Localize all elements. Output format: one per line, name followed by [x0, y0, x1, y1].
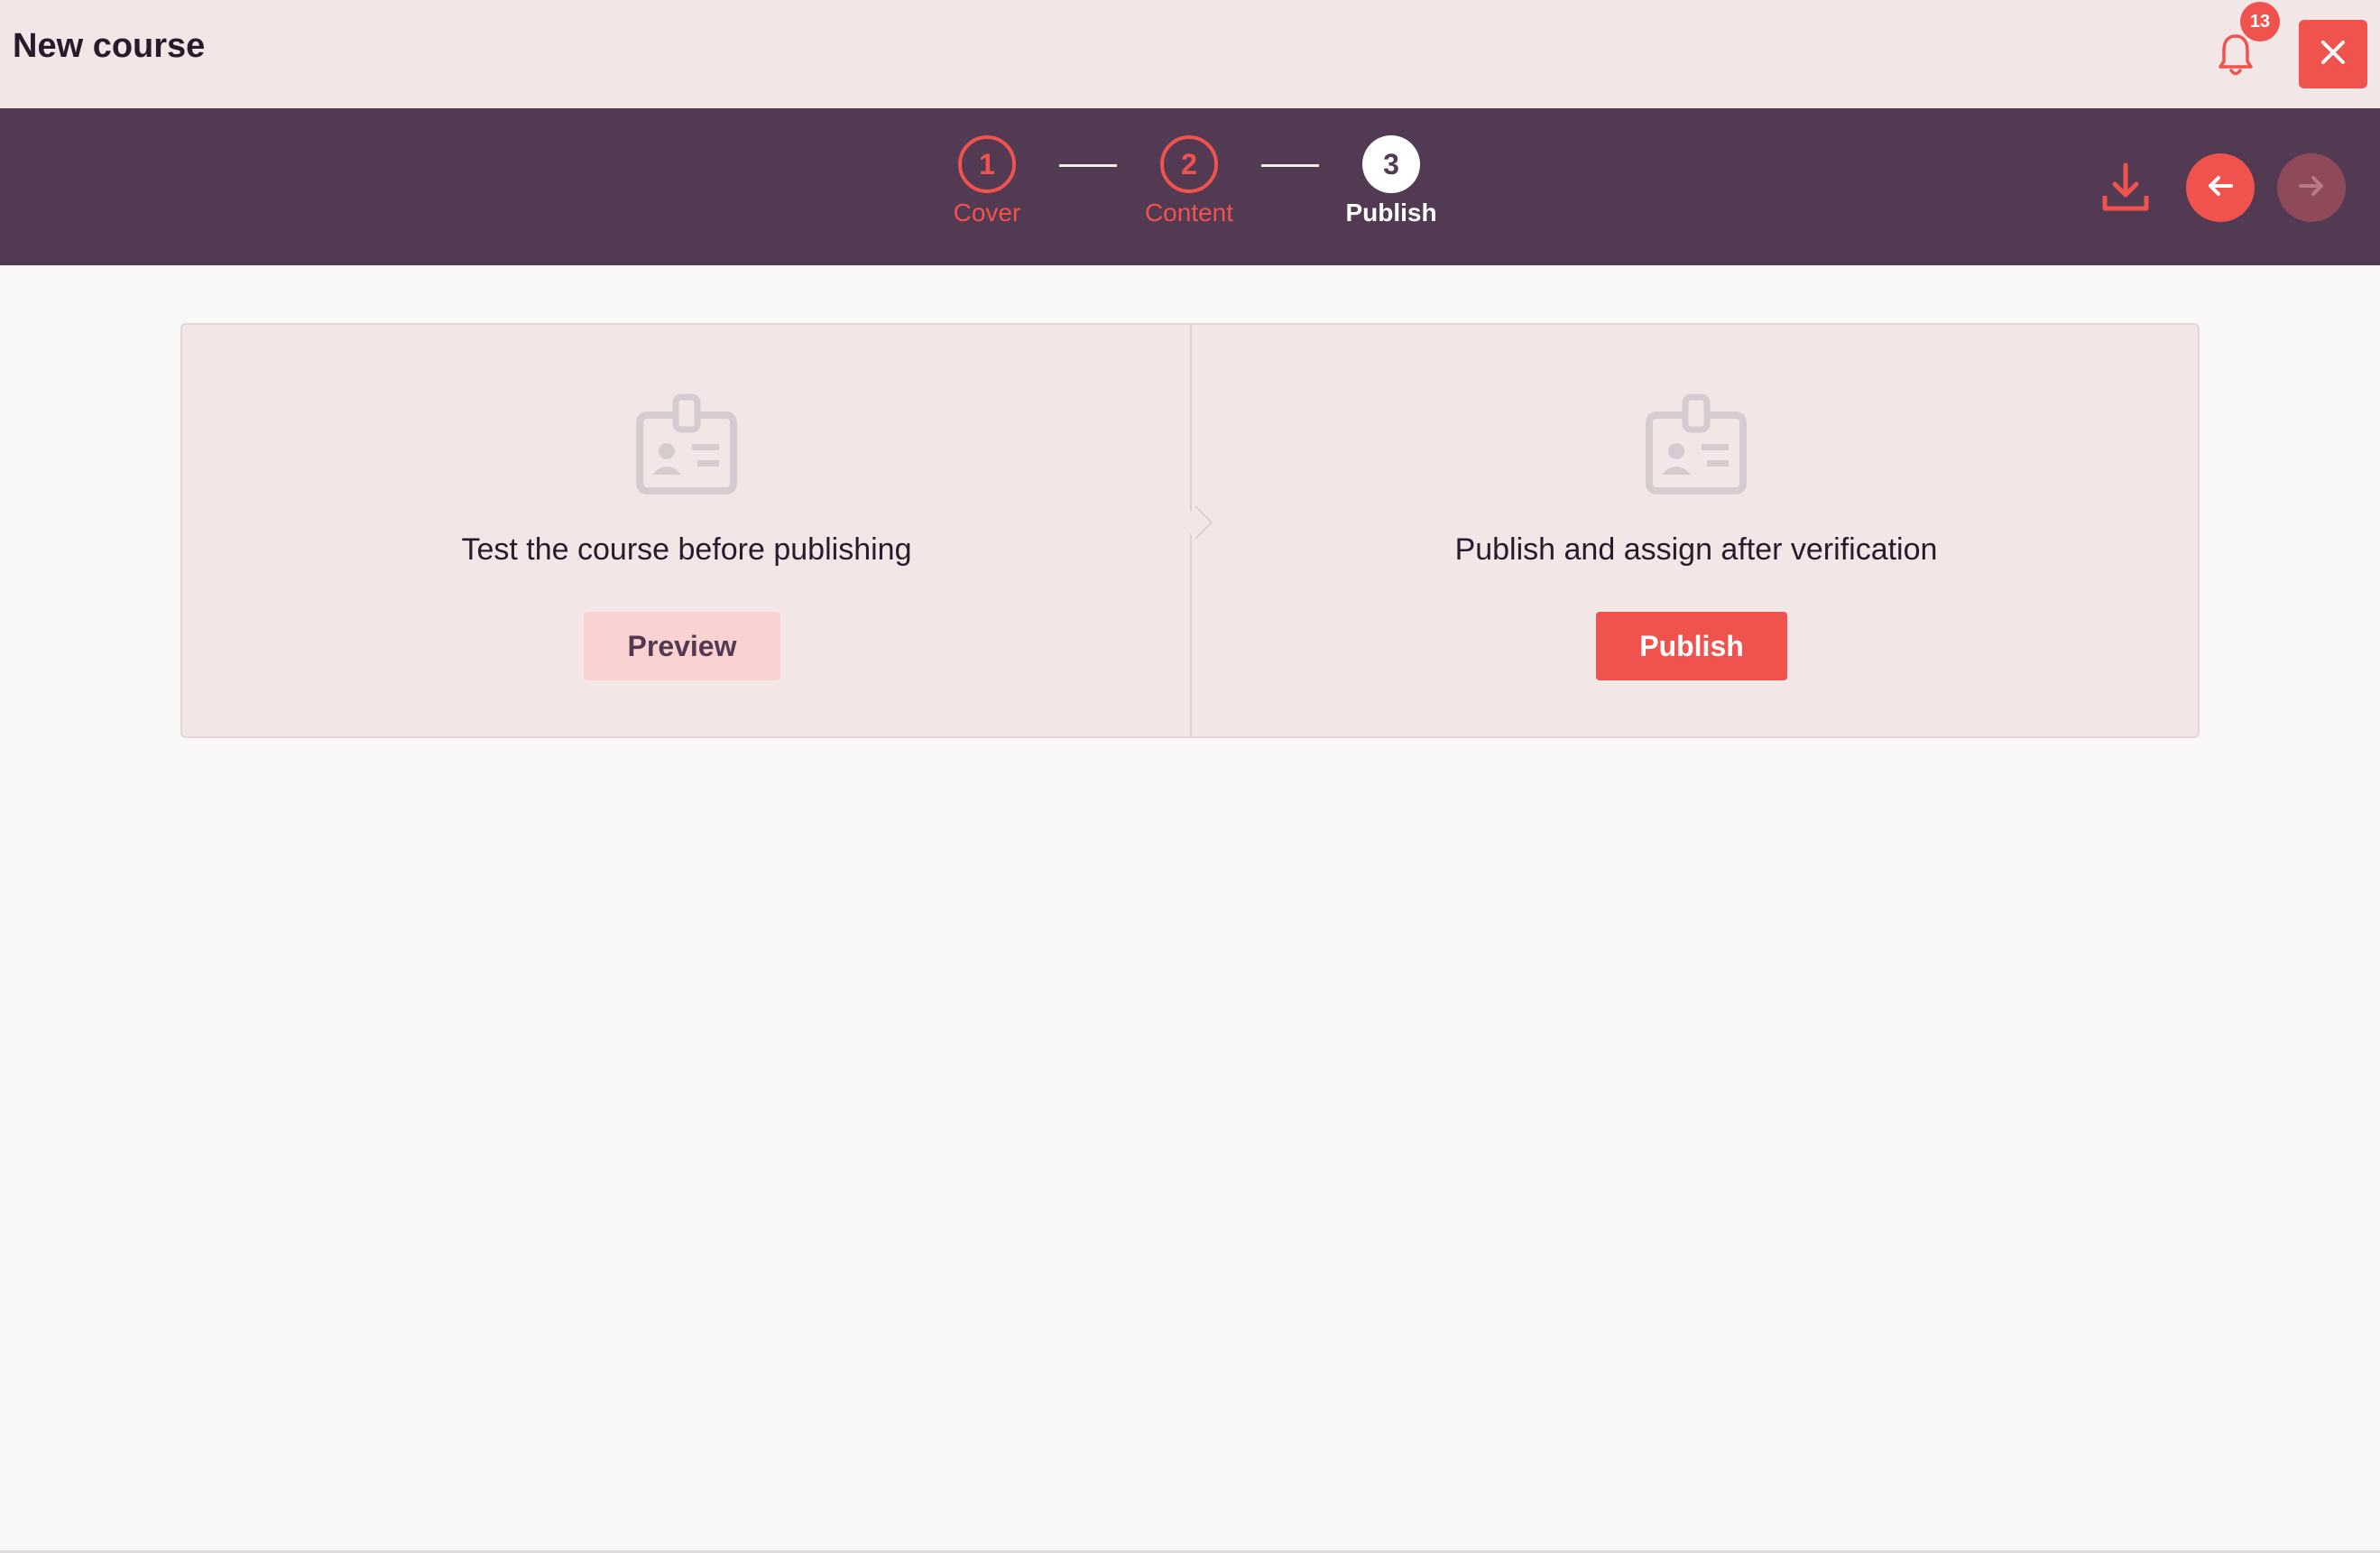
download-icon: [2098, 162, 2154, 219]
top-bar: New course 13: [0, 0, 2380, 108]
step-number: 3: [1362, 135, 1420, 193]
step-content[interactable]: 2 Content: [1117, 135, 1261, 227]
step-cover[interactable]: 1 Cover: [915, 135, 1059, 227]
download-button[interactable]: [2098, 160, 2154, 216]
id-badge-icon: [1642, 392, 1750, 500]
test-course-caption: Test the course before publishing: [461, 532, 912, 567]
step-connector: [1261, 164, 1319, 167]
publish-course-caption: Publish and assign after verification: [1454, 532, 1938, 567]
bell-icon: [2210, 34, 2261, 85]
step-publish[interactable]: 3 Publish: [1319, 135, 1463, 227]
publish-course-card: Publish and assign after verification Pu…: [1192, 325, 2200, 736]
step-number: 2: [1160, 135, 1218, 193]
page-title: New course: [13, 27, 206, 65]
test-course-card: Test the course before publishing Previe…: [182, 325, 1191, 736]
previous-step-button[interactable]: [2186, 153, 2255, 222]
close-icon: [2318, 37, 2348, 72]
id-badge-icon: [632, 392, 741, 500]
step-connector: [1059, 164, 1117, 167]
arrow-right-icon: [2295, 170, 2328, 207]
step-label: Content: [1144, 199, 1234, 226]
close-button[interactable]: [2299, 20, 2367, 88]
step-number: 1: [958, 135, 1016, 193]
next-step-button[interactable]: [2277, 153, 2346, 222]
publish-button[interactable]: Publish: [1596, 612, 1787, 680]
preview-button[interactable]: Preview: [584, 612, 780, 680]
publish-options-panel: Test the course before publishing Previe…: [180, 323, 2200, 738]
step-bar: 1 Cover 2 Content 3 Publish: [0, 108, 2380, 265]
arrow-left-icon: [2204, 170, 2237, 207]
step-label: Publish: [1345, 199, 1437, 226]
notification-count-badge: 13: [2240, 2, 2280, 42]
step-label: Cover: [953, 199, 1021, 226]
